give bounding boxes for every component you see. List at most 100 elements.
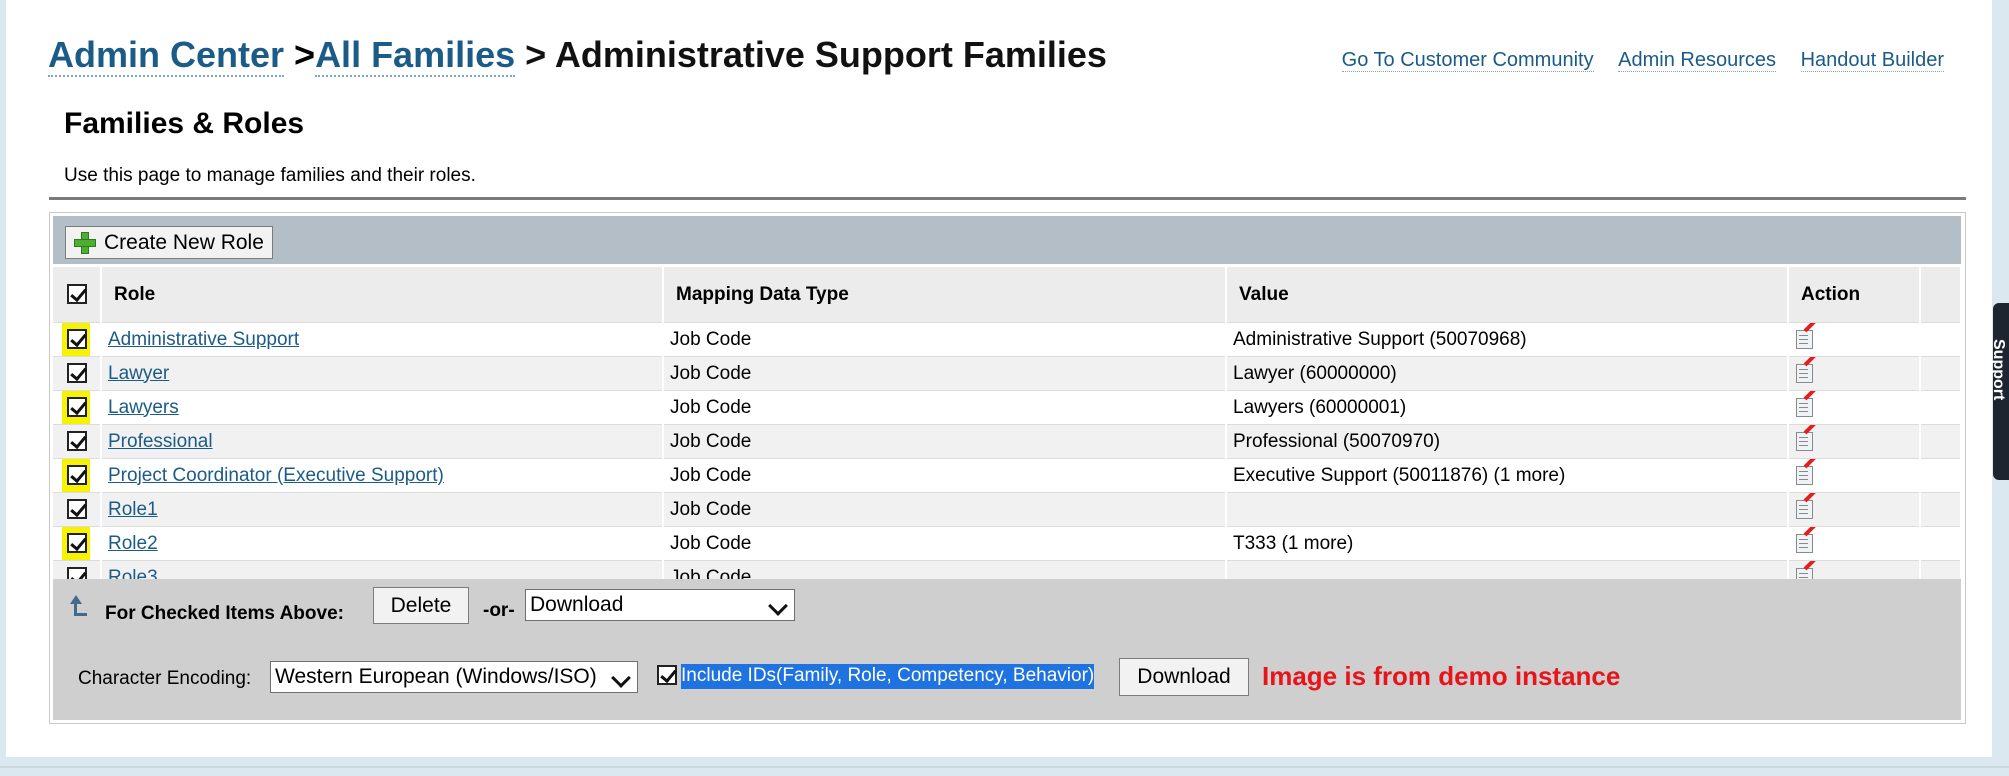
edit-icon[interactable] — [1795, 391, 1817, 417]
page-bottom-border — [0, 766, 2009, 768]
encoding-label: Character Encoding: — [78, 668, 252, 689]
admin-resources-link[interactable]: Admin Resources — [1618, 49, 1776, 72]
table-header-row: Role Mapping Data Type Value Action — [53, 267, 1962, 323]
table-row: Project Coordinator (Executive Support) … — [53, 458, 1962, 493]
select-all-checkbox[interactable] — [66, 284, 87, 305]
role-cell: Role1 — [101, 492, 664, 527]
row-checkbox[interactable] — [66, 397, 87, 418]
role-link[interactable]: Lawyer — [108, 363, 169, 384]
role-link[interactable]: Professional — [108, 431, 213, 452]
chevron-down-icon — [611, 668, 631, 688]
table-row: Administrative Support Job Code Administ… — [53, 322, 1962, 357]
action-cell — [1788, 526, 1921, 561]
role-link[interactable]: Lawyers — [108, 397, 179, 418]
table-row: Role2 Job Code T333 (1 more) — [53, 526, 1962, 561]
mapping-cell: Job Code — [663, 458, 1227, 493]
column-header-value[interactable]: Value — [1226, 267, 1789, 323]
column-header-action: Action — [1788, 267, 1921, 323]
role-cell: Professional — [101, 424, 664, 459]
row-checkbox-cell — [53, 322, 102, 357]
edit-icon[interactable] — [1795, 357, 1817, 383]
action-cell — [1788, 322, 1921, 357]
value-cell: Lawyers (60000001) — [1226, 390, 1789, 425]
top-links: Go To Customer Community Admin Resources… — [1323, 49, 1944, 72]
table-row: Lawyer Job Code Lawyer (60000000) — [53, 356, 1962, 391]
download-select-value: Download — [530, 593, 624, 616]
role-link[interactable]: Role1 — [108, 499, 158, 520]
row-checkbox-cell — [53, 390, 102, 425]
select-all-cell — [53, 267, 102, 323]
support-tab-label: Support — [1990, 339, 2007, 401]
row-checkbox-cell — [53, 492, 102, 527]
action-cell — [1788, 492, 1921, 527]
encoding-select-value: Western European (Windows/ISO) — [275, 665, 597, 688]
action-cell — [1788, 390, 1921, 425]
encoding-select[interactable]: Western European (Windows/ISO) — [270, 661, 638, 693]
breadcrumb-separator: > — [284, 34, 316, 75]
row-checkbox[interactable] — [66, 465, 87, 486]
delete-button[interactable]: Delete — [373, 587, 469, 624]
edit-icon[interactable] — [1795, 527, 1817, 553]
edit-icon[interactable] — [1795, 323, 1817, 349]
arrow-up-icon — [70, 595, 92, 617]
breadcrumb-separator: > — [515, 34, 555, 75]
mapping-cell: Job Code — [663, 424, 1227, 459]
download-button[interactable]: Download — [1119, 658, 1249, 696]
role-cell: Lawyer — [101, 356, 664, 391]
page-content: Admin Center >All Families > Administrat… — [6, 0, 1992, 757]
row-checkbox[interactable] — [66, 499, 87, 520]
column-header-mapping[interactable]: Mapping Data Type — [663, 267, 1227, 323]
chevron-down-icon — [768, 596, 788, 616]
customer-community-link[interactable]: Go To Customer Community — [1341, 49, 1594, 72]
edit-icon[interactable] — [1795, 493, 1817, 519]
divider — [49, 197, 1966, 200]
breadcrumb-admin-center-link[interactable]: Admin Center — [48, 34, 285, 77]
value-cell: Lawyer (60000000) — [1226, 356, 1789, 391]
create-new-role-button[interactable]: Create New Role — [65, 226, 273, 259]
action-cell — [1788, 356, 1921, 391]
for-checked-label: For Checked Items Above: — [105, 603, 344, 624]
role-link[interactable]: Administrative Support — [108, 329, 299, 350]
include-ids-label[interactable]: Include IDs(Family, Role, Competency, Be… — [681, 664, 1095, 689]
roles-panel: Create New Role Role Mapping Data Type V… — [49, 212, 1966, 724]
mapping-cell: Job Code — [663, 492, 1227, 527]
action-cell — [1788, 424, 1921, 459]
download-select[interactable]: Download — [525, 589, 795, 621]
column-header-spacer — [1920, 267, 1962, 323]
handout-builder-link[interactable]: Handout Builder — [1800, 49, 1944, 72]
include-ids-checkbox[interactable] — [657, 665, 677, 685]
table-row: Professional Job Code Professional (5007… — [53, 424, 1962, 459]
table-row: Lawyers Job Code Lawyers (60000001) — [53, 390, 1962, 425]
row-checkbox[interactable] — [66, 431, 87, 452]
role-cell: Lawyers — [101, 390, 664, 425]
row-checkbox[interactable] — [66, 533, 87, 554]
edit-icon[interactable] — [1795, 425, 1817, 451]
table-row: Role1 Job Code — [53, 492, 1962, 527]
breadcrumb: Admin Center >All Families > Administrat… — [48, 34, 1107, 77]
row-checkbox[interactable] — [66, 363, 87, 384]
breadcrumb-all-families-link[interactable]: All Families — [315, 34, 516, 77]
value-cell: Professional (50070970) — [1226, 424, 1789, 459]
role-link[interactable]: Project Coordinator (Executive Support) — [108, 465, 444, 486]
role-cell: Project Coordinator (Executive Support) — [101, 458, 664, 493]
create-new-role-label: Create New Role — [104, 230, 264, 254]
page-description: Use this page to manage families and the… — [64, 165, 476, 186]
breadcrumb-current-page: Administrative Support Families — [554, 34, 1107, 75]
row-checkbox[interactable] — [66, 329, 87, 350]
row-checkbox-cell — [53, 526, 102, 561]
row-checkbox-cell — [53, 356, 102, 391]
bulk-actions-bar: For Checked Items Above: Delete -or- Dow… — [53, 579, 1961, 720]
mapping-cell: Job Code — [663, 390, 1227, 425]
or-label: -or- — [483, 600, 515, 621]
edit-icon[interactable] — [1795, 459, 1817, 485]
role-link[interactable]: Role2 — [108, 533, 158, 554]
mapping-cell: Job Code — [663, 526, 1227, 561]
mapping-cell: Job Code — [663, 356, 1227, 391]
page-title: Families & Roles — [64, 107, 305, 140]
mapping-cell: Job Code — [663, 322, 1227, 357]
row-checkbox-cell — [53, 424, 102, 459]
support-tab[interactable]: Support — [1990, 303, 2009, 480]
column-header-role[interactable]: Role — [101, 267, 664, 323]
action-cell — [1788, 458, 1921, 493]
annotation-text: Image is from demo instance — [1262, 661, 1621, 691]
